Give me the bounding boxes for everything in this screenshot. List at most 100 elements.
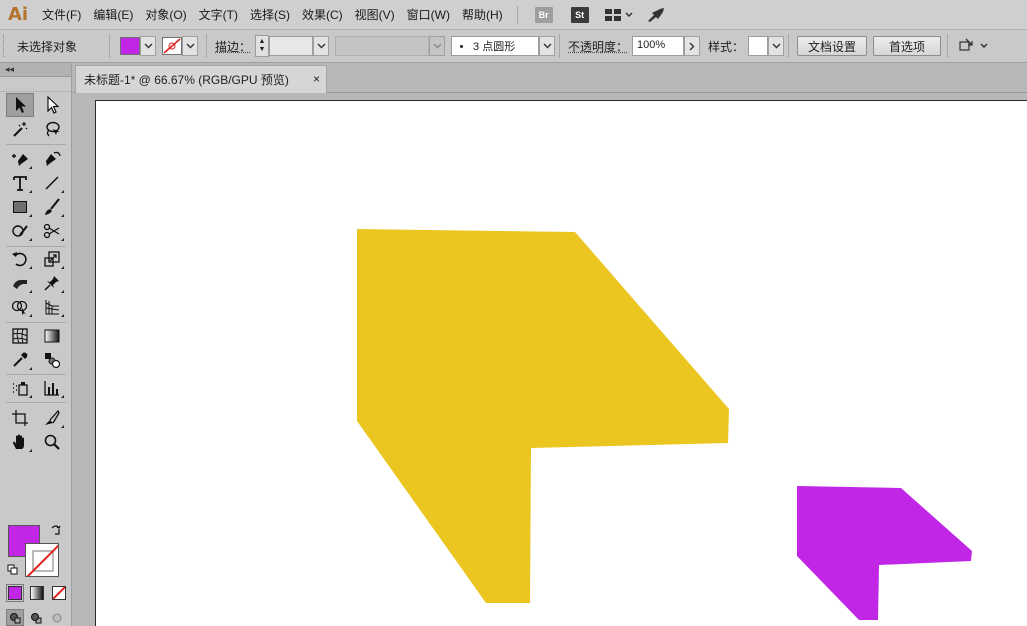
eyedropper-tool[interactable] [6,348,34,372]
perspective-grid-tool[interactable] [38,295,66,319]
tools-collapse-button[interactable]: ◂◂ [0,63,71,77]
magic-wand-tool[interactable] [6,117,34,141]
menu-window[interactable]: 窗口(W) [401,0,456,30]
line-segment-tool[interactable] [38,171,66,195]
pin-icon [43,274,61,292]
opacity-label[interactable]: 不透明度： [564,38,632,55]
divider [206,34,207,58]
chevron-down-icon[interactable] [182,36,198,56]
shape-builder-tool[interactable] [6,295,34,319]
type-tool[interactable] [6,171,34,195]
width-icon [11,274,29,292]
menu-help[interactable]: 帮助(H) [456,0,509,30]
gradient-mode-button[interactable] [30,586,44,600]
document-setup-button[interactable]: 文档设置 [797,36,867,56]
width-tool[interactable] [6,271,34,295]
chevron-right-icon[interactable] [684,36,700,56]
bridge-button[interactable]: Br [535,7,553,23]
direct-selection-tool[interactable] [38,93,66,117]
draw-normal-button[interactable] [6,609,24,626]
tools-panel: ◂◂ [0,63,72,626]
menu-type[interactable]: 文字(T) [193,0,244,30]
graphic-style-swatch[interactable] [748,36,768,56]
line-icon [43,174,61,192]
stroke-color-control[interactable] [162,35,198,57]
artboard-tool[interactable] [6,406,34,430]
curvature-tool[interactable] [38,147,66,171]
slice-tool[interactable] [38,406,66,430]
shaper-tool[interactable] [6,219,34,243]
puppet-warp-tool[interactable] [38,271,66,295]
scale-tool[interactable] [38,247,66,271]
fill-color-control[interactable] [120,35,156,57]
document-tab-bar: 未标题-1* @ 66.67% (RGB/GPU 预览) × [73,63,1027,93]
lasso-tool[interactable] [38,117,66,141]
tool-divider [6,402,66,403]
pasteboard[interactable] [73,93,1027,626]
curvature-pen-icon [42,150,62,168]
selection-tool[interactable] [6,93,34,117]
control-bar: 未选择对象 描边： ▲ ▼ 3 点圆形 不透明度： 100% 样式： 文档设置 … [0,30,1027,63]
selection-arrow-icon [12,96,28,114]
default-fill-stroke-icon[interactable] [7,564,19,576]
column-graph-tool[interactable] [38,376,66,400]
menu-edit[interactable]: 编辑(E) [87,0,139,30]
stroke-none-swatch[interactable] [162,37,182,55]
preferences-button[interactable]: 首选项 [873,36,941,56]
rectangle-tool[interactable] [6,195,34,219]
zoom-tool[interactable] [38,430,66,454]
blend-icon [43,351,61,369]
tool-row [6,219,66,243]
close-icon[interactable]: × [313,72,320,86]
tool-row [6,247,66,271]
stroke-label[interactable]: 描边： [211,38,255,55]
swap-fill-stroke-icon[interactable] [50,524,62,536]
symbol-sprayer-tool[interactable] [6,376,34,400]
pen-tool[interactable] [6,147,34,171]
paintbrush-tool[interactable] [38,195,66,219]
yellow-arrow-shape[interactable] [357,229,729,603]
blend-tool[interactable] [38,348,66,372]
opacity-field[interactable]: 100% [632,36,684,56]
arrange-documents-icon[interactable] [958,38,990,54]
tools-grip[interactable] [0,78,71,92]
chevron-down-icon[interactable] [539,36,555,56]
brush-definition[interactable]: 3 点圆形 [451,36,539,56]
color-mode-button[interactable] [8,586,22,600]
chevron-up-icon[interactable]: ▲ [259,38,266,46]
draw-inside-button[interactable] [48,609,66,626]
shape-builder-icon [11,298,29,316]
chevron-down-icon[interactable] [313,36,329,56]
direct-selection-arrow-icon [44,96,60,114]
draw-behind-button[interactable] [27,609,45,626]
chevron-down-icon[interactable] [768,36,784,56]
stroke-color-box[interactable] [25,543,59,577]
chevron-down-icon[interactable]: ▼ [259,46,266,54]
menu-select[interactable]: 选择(S) [244,0,296,30]
rocket-icon[interactable] [646,7,666,23]
chevron-down-icon[interactable] [140,36,156,56]
tool-divider [6,144,66,145]
hand-tool[interactable] [6,430,34,454]
stroke-weight-field[interactable] [269,36,313,56]
artboard-icon [11,409,29,427]
menu-file[interactable]: 文件(F) [36,0,87,30]
fill-swatch[interactable] [120,37,140,55]
rotate-tool[interactable] [6,247,34,271]
rotate-icon [11,250,29,268]
menu-effect[interactable]: 效果(C) [296,0,349,30]
gradient-tool[interactable] [38,324,66,348]
document-tab[interactable]: 未标题-1* @ 66.67% (RGB/GPU 预览) × [75,65,327,93]
type-icon [11,174,29,192]
purple-arrow-shape[interactable] [797,486,972,620]
scissors-tool[interactable] [38,219,66,243]
menu-view[interactable]: 视图(V) [349,0,401,30]
mesh-tool[interactable] [6,324,34,348]
menu-object[interactable]: 对象(O) [139,0,192,30]
artboard[interactable] [95,100,1027,626]
workspace-layout-icon[interactable] [604,8,634,22]
stroke-weight-stepper[interactable]: ▲ ▼ [255,35,269,57]
stock-button[interactable]: St [571,7,589,23]
scissors-icon [43,222,61,240]
none-mode-button[interactable] [52,586,66,600]
